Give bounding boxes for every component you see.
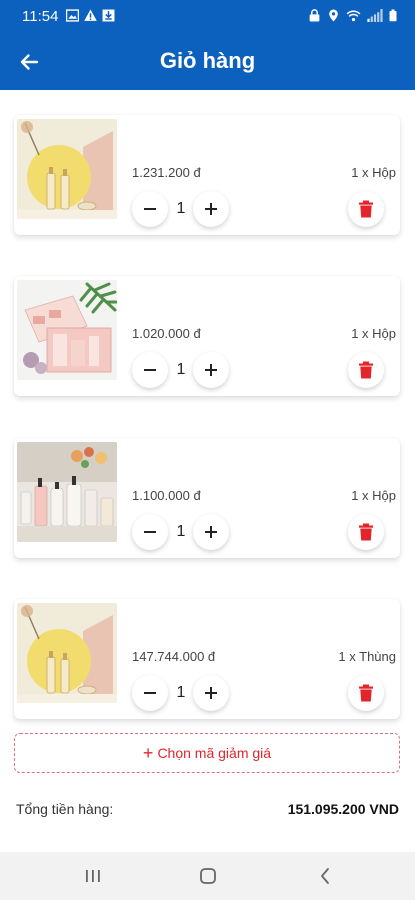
item-unit: 1 x Thùng	[338, 649, 396, 664]
delete-item-button[interactable]	[348, 514, 384, 550]
system-nav-bar	[0, 852, 415, 900]
item-price: 1.020.000 đ	[132, 326, 201, 341]
decrease-quantity-button[interactable]	[132, 191, 168, 227]
minus-icon	[144, 208, 156, 210]
total-value: 151.095.200 VND	[287, 801, 399, 817]
item-price: 1.100.000 đ	[132, 488, 201, 503]
cart-item: 1.100.000 đ 1 x Hộp 1	[14, 438, 400, 558]
trash-icon	[359, 684, 373, 702]
cart-item: 147.744.000 đ 1 x Thùng 1	[14, 599, 400, 719]
image-icon	[66, 9, 79, 22]
trash-icon	[359, 200, 373, 218]
recent-apps-icon	[86, 870, 100, 882]
lock-icon	[309, 9, 320, 22]
wifi-icon	[346, 10, 361, 22]
status-bar: 11:54	[0, 0, 415, 33]
increase-quantity-button[interactable]	[193, 352, 229, 388]
item-quantity: 1	[176, 523, 186, 540]
increase-quantity-button[interactable]	[193, 675, 229, 711]
page-title: Giỏ hàng	[159, 48, 256, 73]
plus-icon	[205, 364, 217, 376]
item-price: 1.231.200 đ	[132, 165, 201, 180]
cart-item: 1.020.000 đ 1 x Hộp 1	[14, 276, 400, 396]
app-bar: Giỏ hàng	[0, 33, 415, 90]
decrease-quantity-button[interactable]	[132, 352, 168, 388]
delete-item-button[interactable]	[348, 352, 384, 388]
system-back-button[interactable]	[310, 864, 340, 888]
decrease-quantity-button[interactable]	[132, 675, 168, 711]
total-label: Tổng tiền hàng:	[16, 801, 114, 817]
battery-icon	[389, 9, 397, 22]
warning-icon	[84, 9, 97, 21]
product-image[interactable]	[17, 280, 117, 380]
product-image[interactable]	[17, 442, 117, 542]
home-icon	[200, 868, 216, 884]
trash-icon	[359, 361, 373, 379]
coupon-label: Chọn mã giảm giá	[157, 745, 272, 761]
item-quantity: 1	[176, 361, 186, 378]
increase-quantity-button[interactable]	[193, 514, 229, 550]
trash-icon	[359, 523, 373, 541]
minus-icon	[144, 531, 156, 533]
item-unit: 1 x Hộp	[351, 165, 396, 180]
item-price: 147.744.000 đ	[132, 649, 216, 664]
item-unit: 1 x Hộp	[351, 488, 396, 503]
home-button[interactable]	[193, 864, 223, 888]
product-image[interactable]	[17, 119, 117, 219]
cart-item: 1.231.200 đ 1 x Hộp 1	[14, 115, 400, 235]
increase-quantity-button[interactable]	[193, 191, 229, 227]
plus-icon: +	[142, 743, 154, 763]
signal-icon	[367, 9, 383, 22]
item-quantity: 1	[176, 684, 186, 701]
decrease-quantity-button[interactable]	[132, 514, 168, 550]
delete-item-button[interactable]	[348, 675, 384, 711]
back-icon	[321, 868, 329, 884]
item-unit: 1 x Hộp	[351, 326, 396, 341]
plus-icon	[205, 687, 217, 699]
select-coupon-button[interactable]: + Chọn mã giảm giá	[14, 733, 400, 773]
delete-item-button[interactable]	[348, 191, 384, 227]
recent-apps-button[interactable]	[78, 864, 108, 888]
plus-icon	[205, 526, 217, 538]
plus-icon	[205, 203, 217, 215]
item-quantity: 1	[176, 200, 186, 217]
location-icon	[329, 9, 338, 22]
minus-icon	[144, 369, 156, 371]
minus-icon	[144, 692, 156, 694]
download-icon	[102, 9, 115, 22]
status-time: 11:54	[22, 8, 59, 25]
product-image[interactable]	[17, 603, 117, 703]
